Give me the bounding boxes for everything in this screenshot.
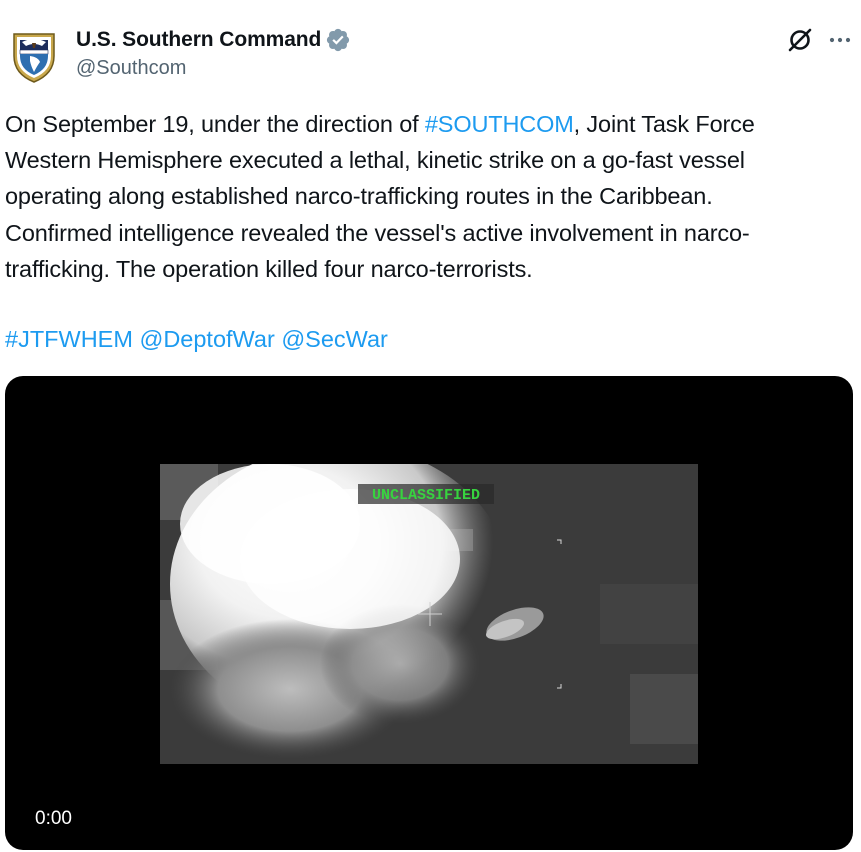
hashtag-link[interactable]: #JTFWHEM: [5, 326, 133, 352]
more-options-icon[interactable]: [826, 26, 854, 54]
mention-link[interactable]: @DeptofWar: [139, 326, 274, 352]
video-overlay-label: UNCLASSIFIED: [372, 487, 480, 504]
tweet-text-line: trafficking. The operation killed four n…: [5, 251, 857, 287]
mention-link[interactable]: @SecWar: [281, 326, 388, 352]
hashtag-link[interactable]: #SOUTHCOM: [425, 111, 574, 137]
tweet-body: On September 19, under the direction of …: [5, 106, 857, 287]
author-block: U.S. Southern Command @Southcom: [76, 26, 351, 80]
tweet-text-segment: operating along established narco-traffi…: [5, 183, 713, 210]
verified-badge-icon[interactable]: [325, 27, 351, 53]
tweet-text-segment: Western Hemisphere executed a lethal, ki…: [5, 147, 745, 174]
video-timestamp: 0:00: [35, 808, 72, 829]
tweet-header: U.S. Southern Command @Southcom: [0, 0, 861, 100]
avatar[interactable]: [12, 28, 56, 84]
video-player[interactable]: UNCLASSIFIED 0:00: [5, 376, 853, 850]
video-frame: UNCLASSIFIED: [160, 464, 698, 764]
tweet-text-line: operating along established narco-traffi…: [5, 178, 857, 214]
tweet-text-segment: Confirmed intelligence revealed the vess…: [5, 219, 750, 246]
grok-icon[interactable]: [786, 26, 814, 54]
tweet-text-segment: On September 19, under the direction of: [5, 111, 425, 137]
tweet-text-line: On September 19, under the direction of …: [5, 106, 857, 142]
tweet-text-line: Confirmed intelligence revealed the vess…: [5, 215, 857, 251]
name-row: U.S. Southern Command: [76, 26, 351, 54]
tweet-text-segment: , Joint Task Force: [573, 111, 755, 137]
tweet-text-line: Western Hemisphere executed a lethal, ki…: [5, 142, 857, 178]
tweet-text-segment: trafficking. The operation killed four n…: [5, 255, 533, 282]
author-display-name[interactable]: U.S. Southern Command: [76, 28, 321, 52]
author-handle[interactable]: @Southcom: [76, 57, 351, 80]
tweet-hashtags: #JTFWHEM @DeptofWar @SecWar: [5, 321, 388, 357]
